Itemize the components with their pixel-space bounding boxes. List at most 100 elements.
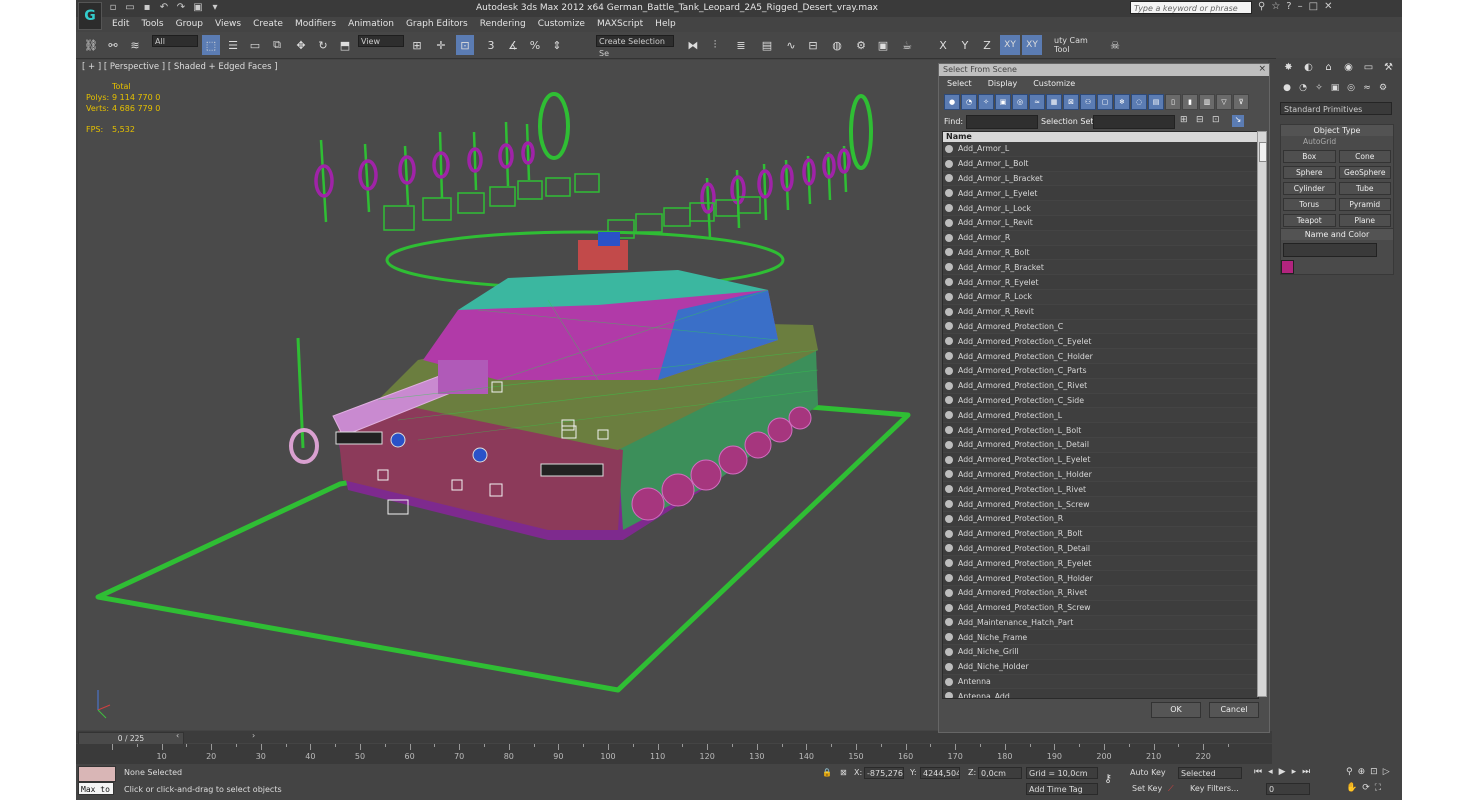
prev-frame-icon[interactable]: ◂ bbox=[1268, 767, 1273, 777]
z-coord-field[interactable]: 0,0cm bbox=[978, 767, 1022, 779]
menu-animation[interactable]: Animation bbox=[342, 17, 400, 31]
time-prev-icon[interactable]: ‹ bbox=[176, 731, 179, 740]
menu-graph-editors[interactable]: Graph Editors bbox=[400, 17, 474, 31]
list-item[interactable]: Add_Niche_Holder bbox=[943, 660, 1258, 675]
display-groups-icon[interactable]: ▦ bbox=[1046, 94, 1062, 110]
orbit-icon[interactable]: ⟳ bbox=[1362, 783, 1370, 793]
skull-icon[interactable]: ☠ bbox=[1106, 35, 1124, 55]
list-item[interactable]: Add_Armored_Protection_L_Screw bbox=[943, 497, 1258, 512]
display-shapes-icon[interactable]: ◔ bbox=[961, 94, 977, 110]
select-object-icon[interactable]: ⬚ bbox=[202, 35, 220, 55]
help-icon[interactable]: ? bbox=[1286, 1, 1291, 12]
systems-icon[interactable]: ⚙ bbox=[1376, 82, 1390, 95]
axis-x-button[interactable]: X bbox=[934, 35, 952, 55]
list-item[interactable]: Add_Armored_Protection_C_Side bbox=[943, 394, 1258, 409]
spacewarps-icon[interactable]: ≈ bbox=[1360, 82, 1374, 95]
list-item[interactable]: Add_Armored_Protection_L_Eyelet bbox=[943, 453, 1258, 468]
selection-set-dropdown[interactable] bbox=[1093, 115, 1175, 129]
maxscript-mini-input[interactable]: Max to bbox=[78, 782, 114, 795]
rect-selection-icon[interactable]: ▭ bbox=[246, 35, 264, 55]
auto-key-button[interactable]: Auto Key bbox=[1130, 767, 1166, 779]
lock-selection-icon[interactable]: 🔒 bbox=[822, 767, 832, 779]
mirror-icon[interactable]: ⧓ bbox=[684, 35, 702, 55]
menu-rendering[interactable]: Rendering bbox=[474, 17, 532, 31]
render-setup-icon[interactable]: ⚙ bbox=[852, 35, 870, 55]
cameras-icon[interactable]: ▣ bbox=[1328, 82, 1342, 95]
sort-icon[interactable]: ▥ bbox=[1199, 94, 1215, 110]
menu-views[interactable]: Views bbox=[209, 17, 247, 31]
display-xrefs-icon[interactable]: ⊠ bbox=[1063, 94, 1079, 110]
list-item[interactable]: Add_Armored_Protection_C_Eyelet bbox=[943, 334, 1258, 350]
filter-icon[interactable]: ▽ bbox=[1216, 94, 1232, 110]
dialog-menu-customize[interactable]: Customize bbox=[1025, 78, 1083, 90]
y-coord-field[interactable]: 4244,5049 bbox=[920, 767, 960, 779]
teapot-button[interactable]: Teapot bbox=[1283, 214, 1336, 227]
select-none-icon[interactable]: ⊟ bbox=[1196, 115, 1204, 125]
goto-start-icon[interactable]: ⏮ bbox=[1254, 767, 1262, 777]
select-manipulate-icon[interactable]: ✛ bbox=[432, 35, 450, 55]
shapes-icon[interactable]: ◔ bbox=[1296, 82, 1310, 95]
axis-z-button[interactable]: Z bbox=[978, 35, 996, 55]
list-item[interactable]: Add_Armor_R_Bracket bbox=[943, 260, 1258, 276]
unlink-icon[interactable]: ⚯ bbox=[104, 35, 122, 55]
render-icon[interactable]: ☕ bbox=[898, 35, 916, 55]
schematic-view-icon[interactable]: ⊟ bbox=[804, 35, 822, 55]
track-bar[interactable]: 10 20 30 40 50 60 70 80 90 100 110 120 130 140 150 160 1… bbox=[76, 744, 1272, 764]
play-icon[interactable]: ▶ bbox=[1279, 767, 1286, 777]
new-file-icon[interactable]: ▫ bbox=[106, 2, 120, 14]
list-item[interactable]: Add_Armored_Protection_C_Holder bbox=[943, 349, 1258, 364]
list-item[interactable]: Antenna_Add bbox=[943, 689, 1258, 698]
zoom-icon[interactable]: ⚲ bbox=[1346, 767, 1353, 777]
display-helpers-icon[interactable]: ◎ bbox=[1012, 94, 1028, 110]
ribbon-icon[interactable]: ▤ bbox=[758, 35, 776, 55]
modify-tab-icon[interactable]: ◐ bbox=[1300, 60, 1317, 76]
menu-customize[interactable]: Customize bbox=[532, 17, 591, 31]
dialog-menu-display[interactable]: Display bbox=[980, 78, 1026, 90]
star-icon[interactable]: ☆ bbox=[1271, 1, 1280, 12]
list-item[interactable]: Add_Armor_R_Revit bbox=[943, 305, 1258, 320]
angle-snap-icon[interactable]: ∡ bbox=[504, 35, 522, 55]
cylinder-button[interactable]: Cylinder bbox=[1283, 182, 1336, 195]
display-bones-icon[interactable]: ⚇ bbox=[1080, 94, 1096, 110]
name-column-header[interactable]: Name bbox=[943, 132, 1258, 142]
zoom-extents-icon[interactable]: ⊡ bbox=[1370, 767, 1378, 777]
scale-icon[interactable]: ⬒ bbox=[336, 35, 354, 55]
axis-xy-button[interactable]: XY bbox=[1000, 35, 1020, 55]
fov-icon[interactable]: ▷ bbox=[1383, 767, 1390, 777]
next-frame-icon[interactable]: ▸ bbox=[1292, 767, 1297, 777]
app-logo-icon[interactable]: G bbox=[78, 2, 102, 30]
cancel-button[interactable]: Cancel bbox=[1209, 702, 1259, 718]
object-list-scrollbar[interactable] bbox=[1257, 131, 1267, 697]
menu-group[interactable]: Group bbox=[170, 17, 209, 31]
bind-spacewarp-icon[interactable]: ≋ bbox=[126, 35, 144, 55]
axis-xy-cycle-button[interactable]: XY bbox=[1022, 35, 1042, 55]
menu-create[interactable]: Create bbox=[247, 17, 289, 31]
spinner-snap-icon[interactable]: ⇕ bbox=[548, 35, 566, 55]
window-crossing-icon[interactable]: ⧉ bbox=[268, 35, 286, 55]
find-input[interactable] bbox=[966, 115, 1038, 129]
motion-tab-icon[interactable]: ◉ bbox=[1340, 60, 1357, 76]
key-icon[interactable]: ⚷ bbox=[1104, 773, 1112, 785]
select-all-icon[interactable]: ⊞ bbox=[1180, 115, 1188, 125]
key-filters-button[interactable]: Key Filters... bbox=[1190, 783, 1239, 795]
list-item[interactable]: Add_Armored_Protection_R_Holder bbox=[943, 571, 1258, 586]
list-item[interactable]: Add_Armor_R_Bolt bbox=[943, 246, 1258, 261]
pyramid-button[interactable]: Pyramid bbox=[1338, 198, 1391, 211]
list-item[interactable]: Add_Armored_Protection_R_Detail bbox=[943, 542, 1258, 557]
list-item[interactable]: Add_Armored_Protection_R_Rivet bbox=[943, 585, 1258, 601]
list-item[interactable]: Add_Armor_L_Lock bbox=[943, 201, 1258, 216]
list-item[interactable]: Add_Armor_R_Lock bbox=[943, 289, 1258, 305]
scrollbar-thumb[interactable] bbox=[1259, 142, 1267, 162]
move-icon[interactable]: ✥ bbox=[292, 35, 310, 55]
utilities-tab-icon[interactable]: ⚒ bbox=[1380, 60, 1397, 76]
tube-button[interactable]: Tube bbox=[1338, 182, 1391, 195]
list-item[interactable]: Add_Armor_L_Bracket bbox=[943, 171, 1258, 187]
percent-snap-icon[interactable]: % bbox=[526, 35, 544, 55]
display-lights-icon[interactable]: ✧ bbox=[978, 94, 994, 110]
list-item[interactable]: Add_Armor_L bbox=[943, 142, 1258, 157]
named-selection-dropdown[interactable]: Create Selection Se bbox=[596, 35, 674, 58]
geosphere-button[interactable]: GeoSphere bbox=[1338, 166, 1391, 179]
project-icon[interactable]: ▣ bbox=[191, 2, 205, 14]
display-frozen-icon[interactable]: ❄ bbox=[1114, 94, 1130, 110]
menu-edit[interactable]: Edit bbox=[106, 17, 135, 31]
